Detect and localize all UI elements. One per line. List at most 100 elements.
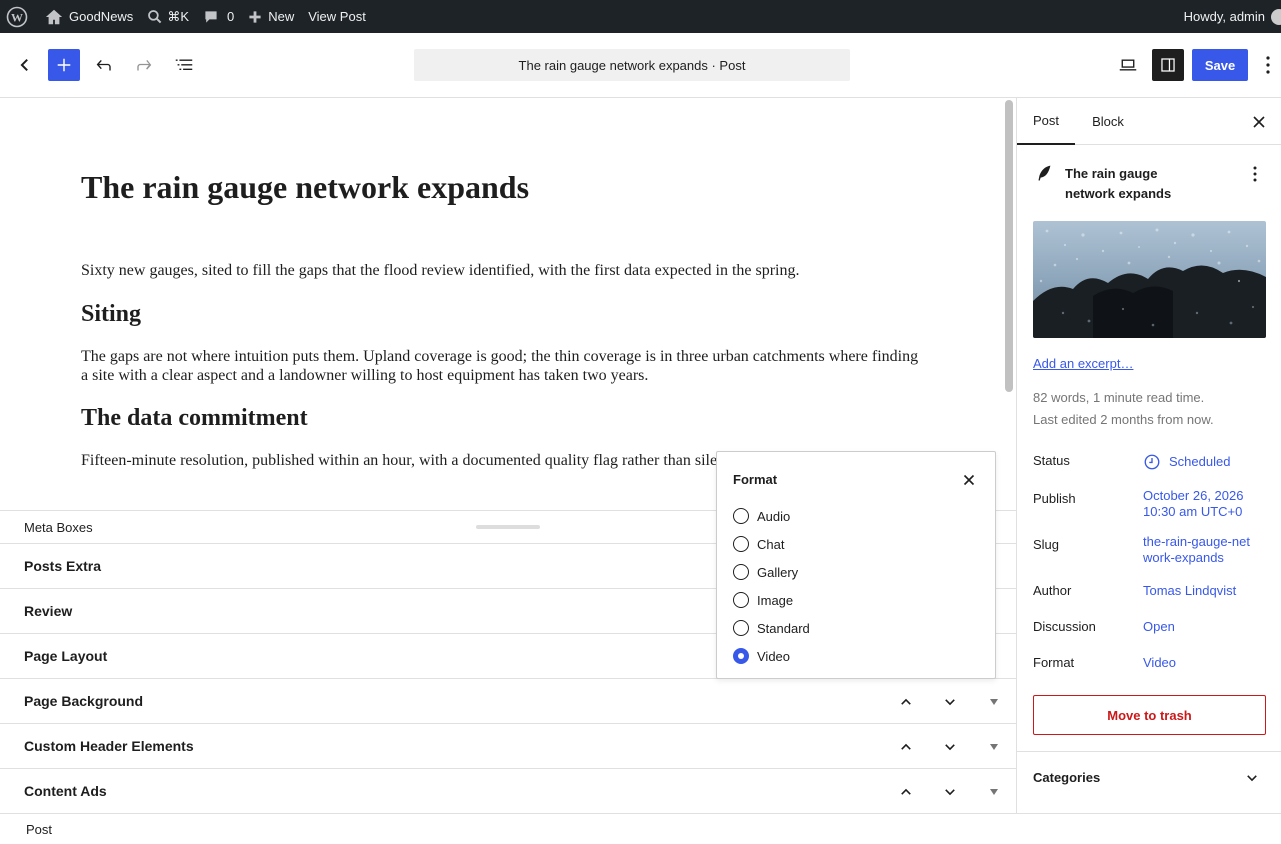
svg-text:W: W: [11, 10, 23, 24]
settings-sidebar: Post Block The rain gauge network expand…: [1016, 98, 1281, 813]
move-up-button[interactable]: [894, 690, 918, 714]
avatar: [1271, 8, 1281, 25]
close-icon: [963, 474, 975, 486]
document-title: The rain gauge network expands · Post: [518, 57, 746, 73]
new-label: New: [268, 9, 295, 24]
caret-down-icon: [990, 744, 998, 750]
move-down-button[interactable]: [938, 735, 962, 759]
options-menu-button[interactable]: [1256, 49, 1280, 81]
post-title[interactable]: The rain gauge network expands: [81, 168, 529, 206]
radio-button[interactable]: [733, 508, 749, 524]
discussion-label: Discussion: [1033, 619, 1096, 634]
wordpress-logo-icon[interactable]: W: [0, 0, 38, 33]
format-option-image[interactable]: Image: [733, 590, 793, 610]
radio-button[interactable]: [733, 536, 749, 552]
close-sidebar-button[interactable]: [1247, 110, 1271, 134]
resize-handle[interactable]: [476, 525, 540, 529]
settings-toggle-button[interactable]: [1152, 49, 1184, 81]
format-label: Format: [1033, 655, 1075, 670]
chevron-up-icon: [901, 698, 911, 705]
redo-button[interactable]: [128, 49, 160, 81]
format-option-video[interactable]: Video: [733, 646, 790, 666]
site-name-link[interactable]: GoodNews: [38, 0, 140, 33]
tab-block[interactable]: Block: [1087, 98, 1129, 145]
home-icon: [45, 9, 63, 24]
block-inserter-button[interactable]: [48, 49, 80, 81]
command-search-button[interactable]: ⌘K: [140, 0, 196, 33]
format-option-standard[interactable]: Standard: [733, 618, 810, 638]
redo-icon: [137, 59, 152, 71]
status-value[interactable]: Scheduled: [1143, 453, 1273, 471]
view-post-label: View Post: [308, 9, 366, 24]
tab-post[interactable]: Post: [1017, 98, 1075, 145]
block-breadcrumb[interactable]: Post: [26, 822, 52, 837]
format-option-label: Chat: [757, 536, 785, 552]
view-post-link[interactable]: View Post: [301, 0, 373, 33]
document-bar[interactable]: The rain gauge network expands · Post: [414, 49, 850, 81]
author-value[interactable]: Tomas Lindqvist: [1143, 583, 1273, 599]
new-content-link[interactable]: New: [241, 0, 301, 33]
meta-box-page-background[interactable]: Page Background: [0, 679, 1016, 724]
move-up-button[interactable]: [894, 780, 918, 804]
editor-scrollbar[interactable]: [1002, 98, 1016, 510]
howdy-label: Howdy, admin: [1183, 9, 1265, 24]
back-button[interactable]: [8, 49, 40, 81]
rain-window-image: [1033, 221, 1266, 338]
editor-footer: Post: [0, 813, 1281, 844]
search-shortcut: ⌘K: [167, 8, 189, 24]
publish-date-value[interactable]: October 26, 2026 10:30 am UTC+0: [1143, 488, 1253, 520]
meta-box-content-ads[interactable]: Content Ads: [0, 769, 1016, 814]
admin-bar: W GoodNews ⌘K 0 New View Post Howdy, adm…: [0, 0, 1281, 33]
scrollbar-thumb[interactable]: [1005, 100, 1013, 392]
more-vertical-icon: [1266, 56, 1270, 74]
meta-boxes-title: Meta Boxes: [24, 519, 93, 535]
format-option-audio[interactable]: Audio: [733, 506, 790, 526]
toggle-panel-button[interactable]: [982, 690, 1006, 714]
radio-button[interactable]: [733, 592, 749, 608]
featured-image[interactable]: [1033, 221, 1266, 338]
radio-button[interactable]: [733, 564, 749, 580]
format-option-gallery[interactable]: Gallery: [733, 562, 798, 582]
editor-toolbar: The rain gauge network expands · Post Sa…: [0, 33, 1281, 98]
move-to-trash-button[interactable]: Move to trash: [1033, 695, 1266, 735]
undo-button[interactable]: [88, 49, 120, 81]
save-button[interactable]: Save: [1192, 49, 1248, 81]
format-option-label: Image: [757, 592, 794, 608]
discussion-value[interactable]: Open: [1143, 619, 1273, 635]
chevron-down-icon: [945, 789, 955, 796]
format-option-label: Video: [757, 648, 791, 664]
heading-block[interactable]: Siting: [81, 300, 141, 328]
meta-box-title: Page Layout: [24, 648, 108, 664]
close-popover-button[interactable]: [959, 470, 979, 490]
meta-box-title: Content Ads: [24, 783, 107, 799]
move-down-button[interactable]: [938, 780, 962, 804]
chevron-left-icon: [20, 59, 28, 71]
paragraph-block[interactable]: Fifteen-minute resolution, published wit…: [81, 451, 721, 470]
status-label: Status: [1033, 453, 1070, 468]
add-excerpt-link[interactable]: Add an excerpt…: [1033, 356, 1133, 371]
toggle-panel-button[interactable]: [982, 780, 1006, 804]
preview-button[interactable]: [1112, 49, 1144, 81]
account-menu[interactable]: Howdy, admin: [1184, 0, 1281, 33]
chevron-down-icon: [1247, 775, 1257, 782]
post-actions-button[interactable]: [1245, 164, 1265, 184]
heading-block[interactable]: The data commitment: [81, 404, 308, 432]
move-down-button[interactable]: [938, 690, 962, 714]
close-icon: [1253, 116, 1265, 128]
document-overview-button[interactable]: [168, 49, 200, 81]
categories-panel-toggle[interactable]: Categories: [1017, 751, 1281, 803]
slug-value[interactable]: the-rain-gauge-network-expands: [1143, 534, 1253, 566]
last-edited: Last edited 2 months from now.: [1033, 412, 1214, 427]
radio-button-selected[interactable]: [733, 648, 749, 664]
meta-box-custom-header-elements[interactable]: Custom Header Elements: [0, 724, 1016, 769]
format-value[interactable]: Video: [1143, 655, 1273, 671]
move-up-button[interactable]: [894, 735, 918, 759]
radio-button[interactable]: [733, 620, 749, 636]
paragraph-block[interactable]: Sixty new gauges, sited to fill the gaps…: [81, 261, 926, 280]
clock-icon: [1144, 454, 1160, 470]
comments-link[interactable]: 0: [196, 0, 241, 33]
post-feather-icon: [1038, 165, 1051, 181]
paragraph-block[interactable]: The gaps are not where intuition puts th…: [81, 347, 926, 385]
format-option-chat[interactable]: Chat: [733, 534, 784, 554]
toggle-panel-button[interactable]: [982, 735, 1006, 759]
